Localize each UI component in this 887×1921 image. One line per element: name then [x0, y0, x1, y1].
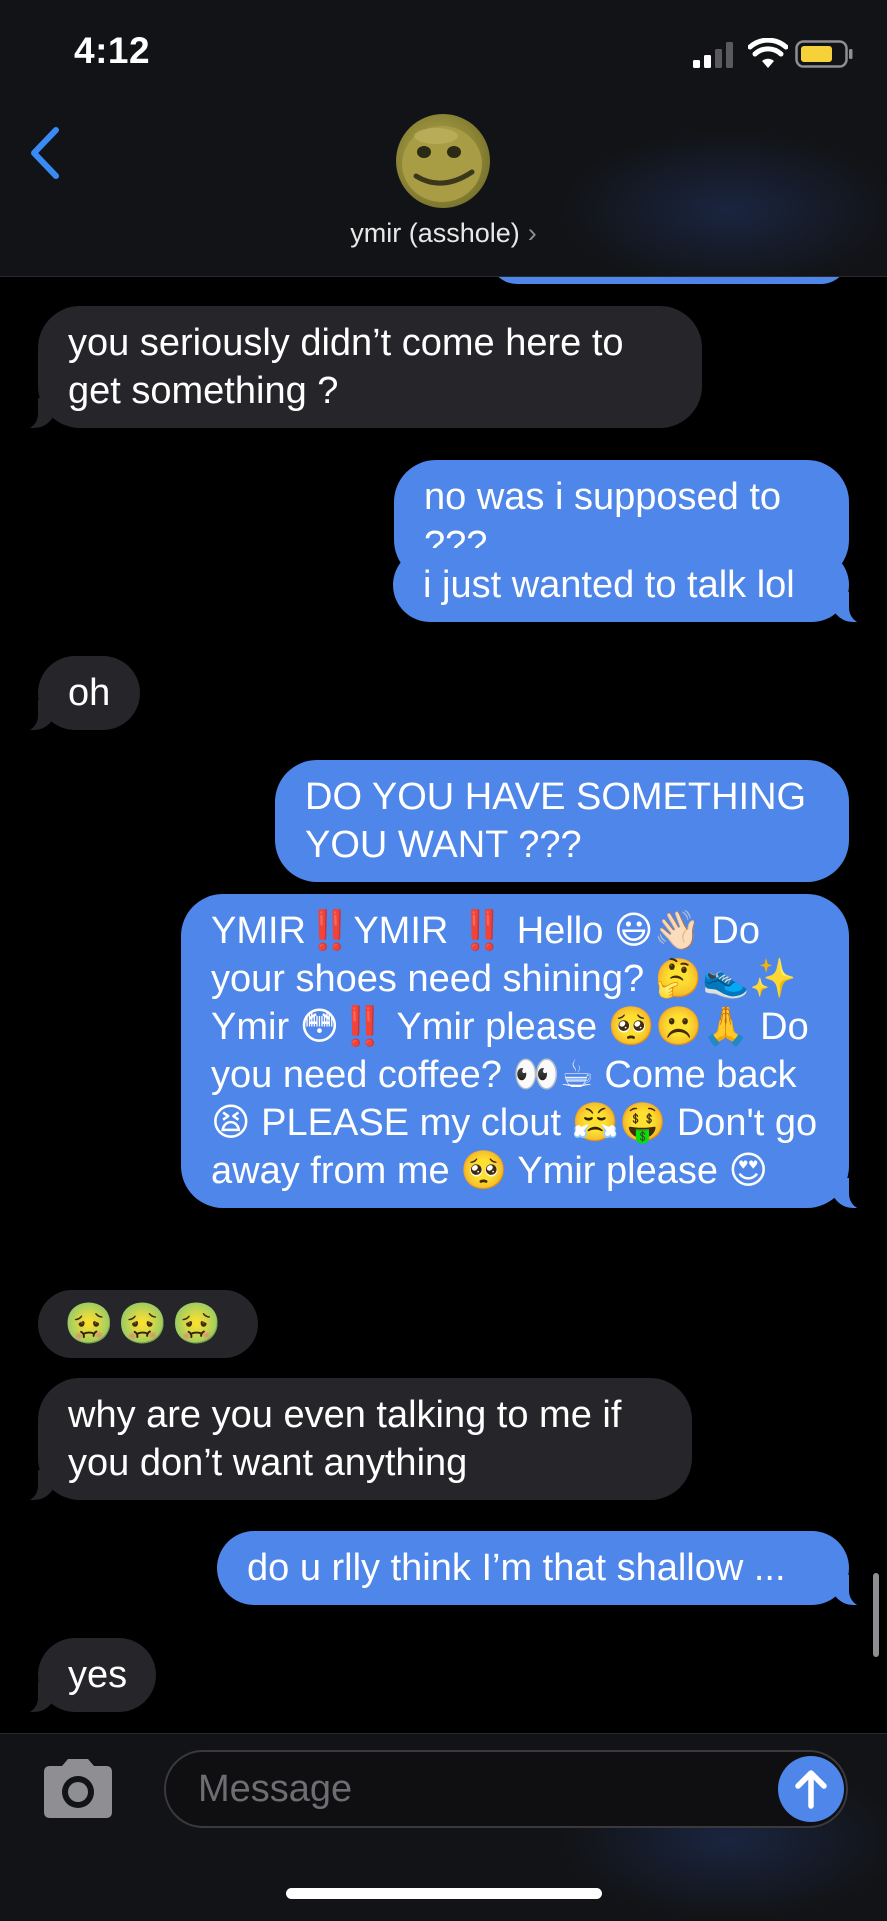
message-text: oh [68, 672, 111, 714]
message-text: you seriously didn’t come here to get so… [68, 322, 624, 412]
received-message-bubble[interactable]: oh [12, 656, 140, 732]
navigation-header: 4:12 ymir (asshole) › [0, 0, 887, 290]
sent-message-bubble[interactable]: YMIR‼️YMIR ‼️ Hello 😃👋🏻 Do your shoes ne… [181, 894, 875, 1210]
sent-message-bubble[interactable]: do u rlly think I’m that shallow ... [217, 1531, 875, 1607]
message-placeholder: Message [198, 1768, 353, 1810]
header-glow [560, 130, 887, 290]
received-message-bubble[interactable]: yes [12, 1638, 156, 1714]
sent-message-bubble[interactable]: i just wanted to talk lol [393, 548, 875, 624]
received-message-bubble[interactable]: why are you even talking to me if you do… [12, 1378, 692, 1502]
message-text: yes [68, 1654, 128, 1696]
wifi-icon [748, 38, 788, 68]
scroll-indicator[interactable] [873, 1573, 879, 1657]
battery-icon [795, 40, 853, 68]
contact-name[interactable]: ymir (asshole) › [0, 218, 887, 249]
message-text: why are you even talking to me if you do… [68, 1394, 622, 1484]
message-text: YMIR‼️YMIR ‼️ Hello 😃👋🏻 Do your shoes ne… [211, 910, 818, 1192]
message-text: i just wanted to talk lol [423, 564, 795, 606]
status-time: 4:12 [74, 30, 151, 71]
home-indicator[interactable] [286, 1888, 602, 1899]
chevron-right-icon: › [527, 218, 537, 248]
send-button[interactable] [778, 1756, 844, 1822]
message-input[interactable]: Message [164, 1750, 848, 1828]
contact-photo-icon [402, 126, 482, 202]
received-message-bubble[interactable]: 🤢🤢🤢 [38, 1290, 258, 1358]
received-message-bubble[interactable]: you seriously didn’t come here to get so… [12, 306, 702, 430]
contact-name-label: ymir (asshole) [350, 218, 520, 248]
arrow-up-icon [795, 1770, 827, 1809]
message-text: do u rlly think I’m that shallow ... [247, 1547, 786, 1589]
cellular-signal-icon [693, 42, 733, 68]
message-text: 🤢🤢🤢 [64, 1302, 226, 1346]
message-thread[interactable]: you seriously didn’t come here to get so… [0, 0, 887, 1920]
message-text: DO YOU HAVE SOMETHING YOU WANT ??? [305, 776, 807, 866]
camera-icon[interactable] [40, 1756, 116, 1820]
sent-message-bubble[interactable]: DO YOU HAVE SOMETHING YOU WANT ??? [275, 760, 849, 882]
chevron-left-icon[interactable] [26, 126, 62, 180]
avatar[interactable] [396, 114, 490, 208]
